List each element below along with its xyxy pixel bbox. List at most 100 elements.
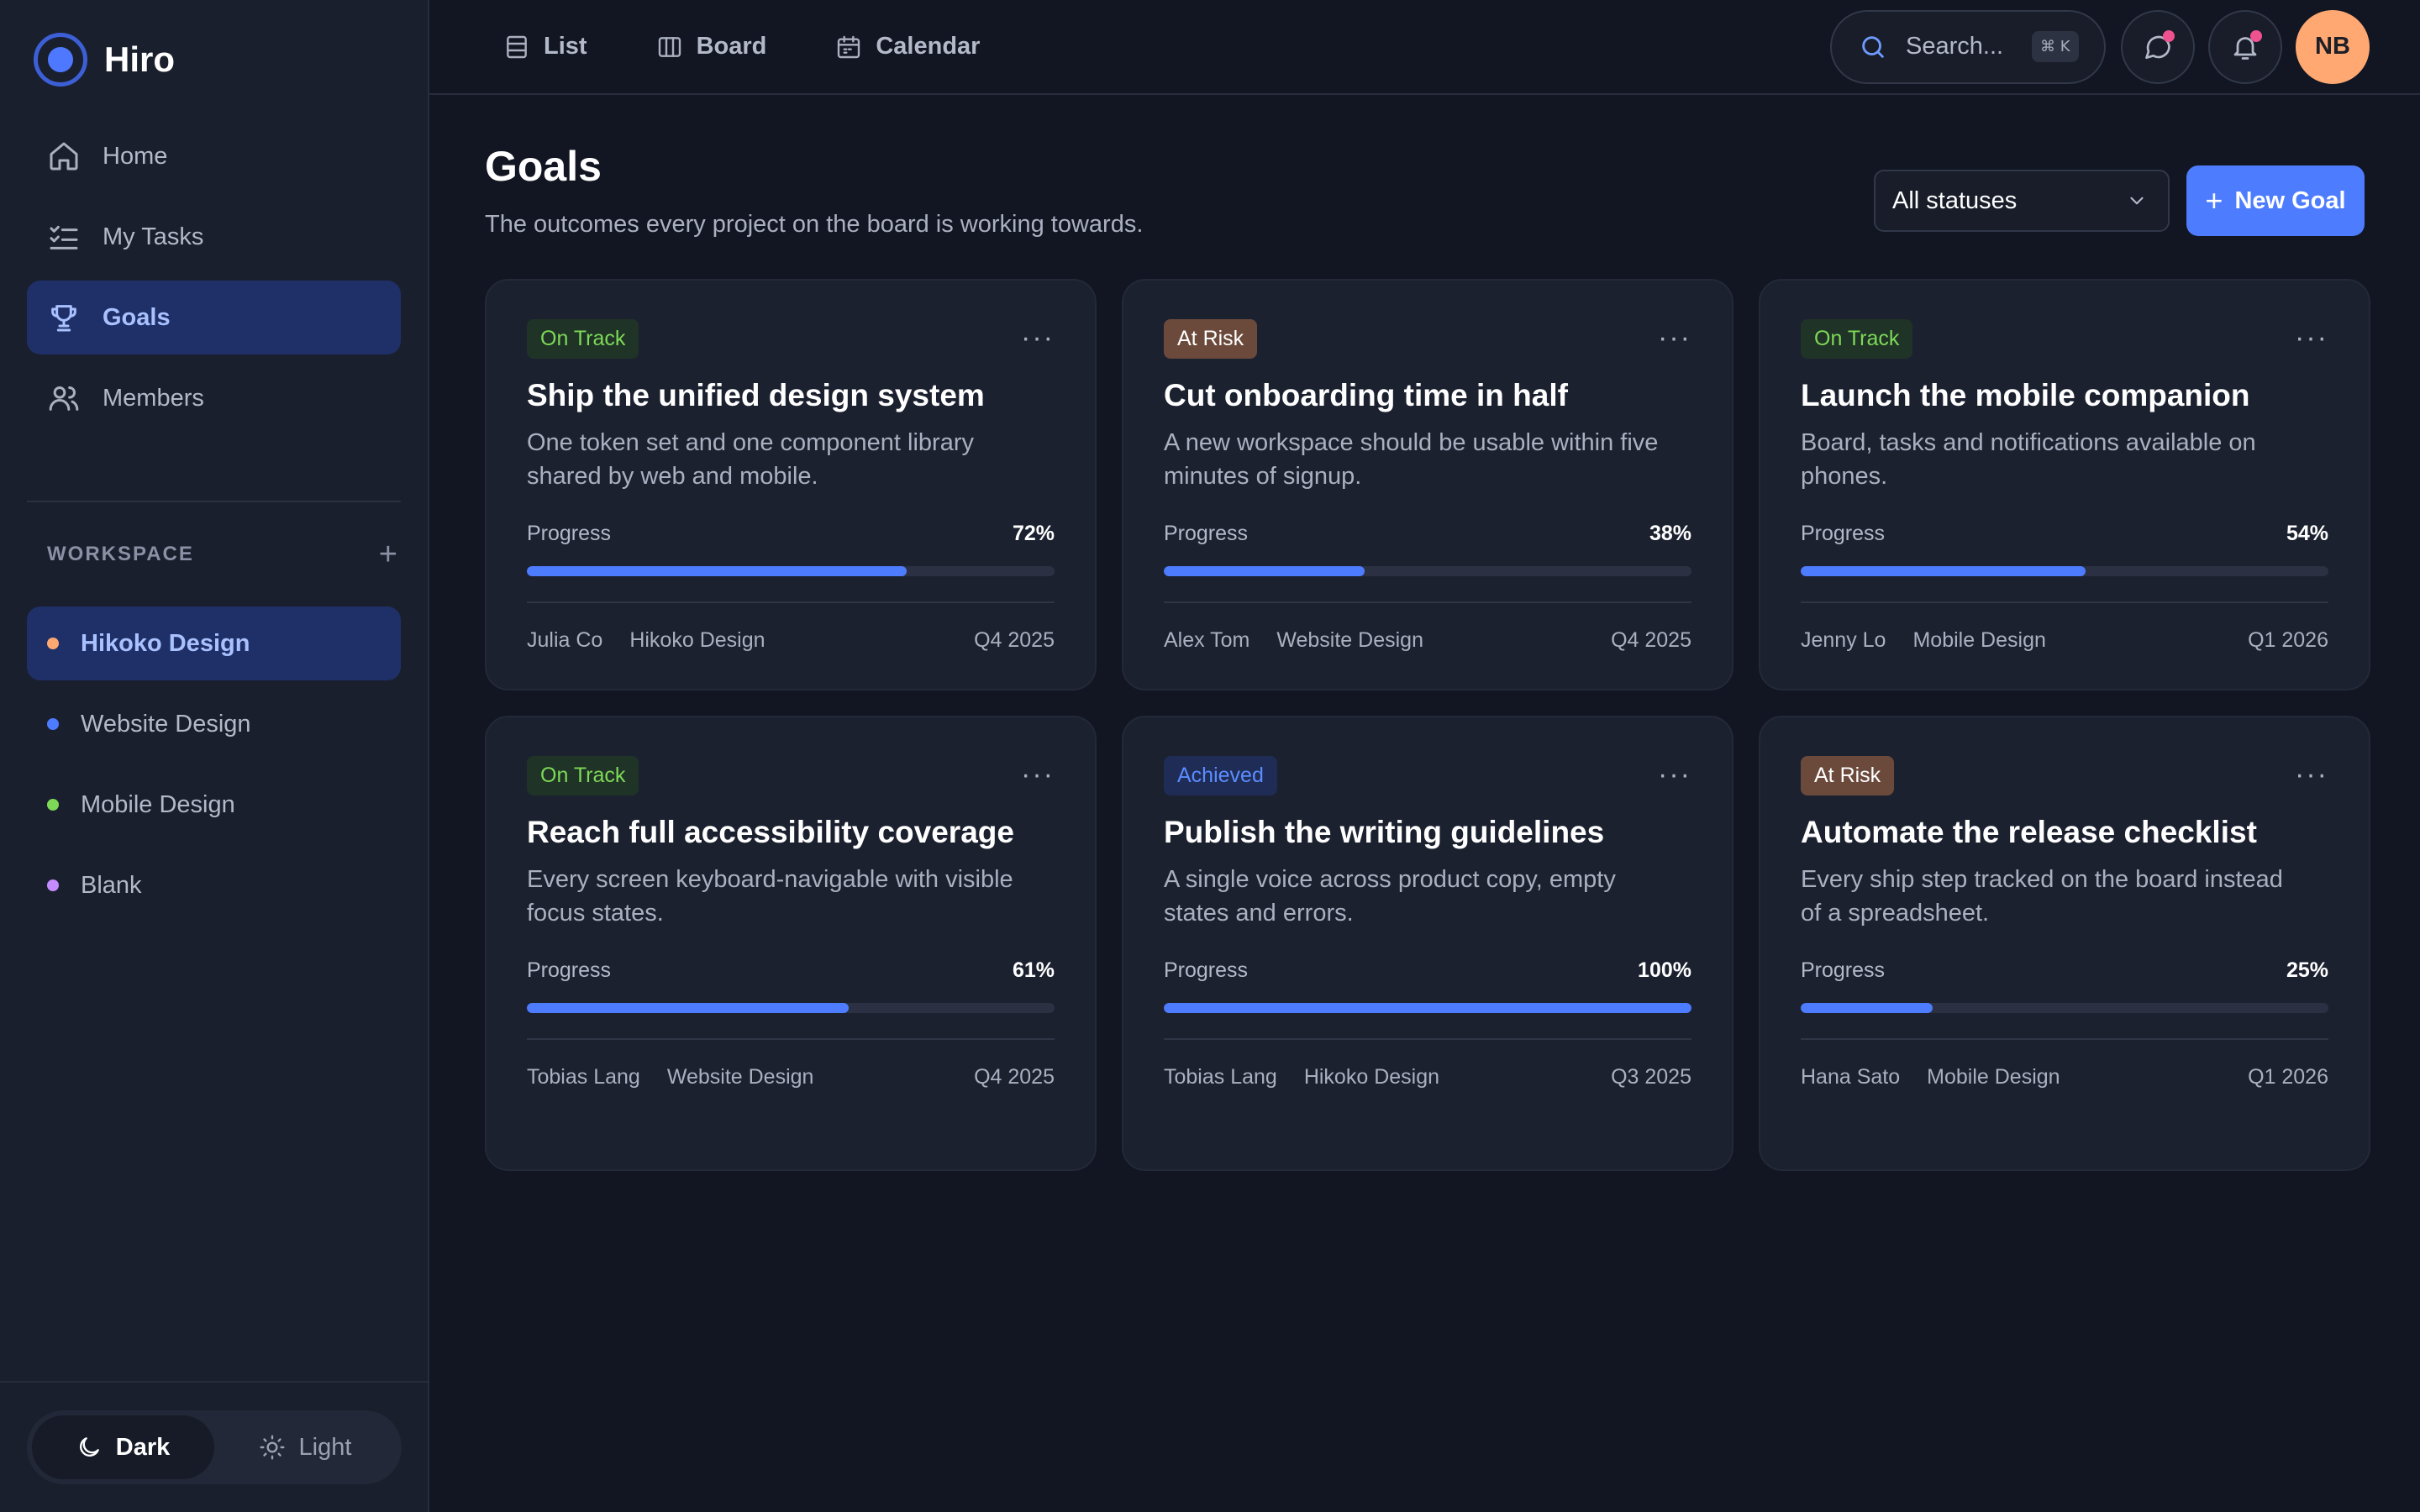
goal-owner: Hana Sato bbox=[1801, 1065, 1901, 1089]
goal-quarter: Q1 2026 bbox=[2248, 628, 2328, 652]
goal-meta: Tobias Lang Hikoko Design Q3 2025 bbox=[1164, 1065, 1691, 1089]
status-badge: At Risk bbox=[1164, 319, 1258, 359]
brand[interactable]: Hiro bbox=[0, 0, 428, 119]
goal-card[interactable]: Achieved ··· Publish the writing guideline… bbox=[1122, 716, 1733, 1171]
progress-label: Progress bbox=[1164, 958, 1249, 982]
chevron-down-icon bbox=[2130, 197, 2144, 205]
more-options-icon[interactable]: ··· bbox=[1658, 760, 1691, 789]
progress-value: 54% bbox=[2286, 522, 2328, 545]
notifications-button[interactable] bbox=[2208, 9, 2282, 84]
more-options-icon[interactable]: ··· bbox=[1658, 323, 1691, 352]
status-filter-select[interactable]: All statuses bbox=[1874, 170, 2170, 232]
tab-list[interactable]: List bbox=[503, 33, 587, 60]
goal-card[interactable]: At Risk ··· Automate the release checklist… bbox=[1759, 716, 2370, 1171]
progress-bar-fill bbox=[1164, 566, 1365, 576]
goal-owner: Julia Co bbox=[527, 628, 603, 652]
workspace-header: WORKSPACE + bbox=[0, 502, 428, 606]
goal-card[interactable]: On Track ··· Ship the unified design syste… bbox=[485, 279, 1097, 690]
workspace-item-hikoko-design[interactable]: Hikoko Design bbox=[27, 606, 401, 680]
goal-title: Cut onboarding time in half bbox=[1164, 378, 1568, 412]
main-content: List Board Calendar ⌘ K bbox=[429, 0, 2420, 1512]
status-badge: On Track bbox=[527, 756, 639, 795]
nav-item-label: Goals bbox=[103, 303, 171, 331]
nav-item-home[interactable]: Home bbox=[27, 119, 401, 193]
notifications-badge bbox=[2250, 29, 2262, 42]
new-goal-button[interactable]: + New Goal bbox=[2186, 165, 2365, 236]
calendar-icon bbox=[838, 35, 860, 58]
goal-description: One token set and one component library … bbox=[527, 429, 974, 490]
goal-quarter: Q3 2025 bbox=[1611, 1065, 1691, 1089]
status-filter-value: All statuses bbox=[1892, 186, 2018, 214]
progress-bar bbox=[1164, 566, 1691, 576]
theme-dark-button[interactable]: Dark bbox=[31, 1415, 214, 1479]
tab-label: Calendar bbox=[876, 33, 981, 60]
status-badge: On Track bbox=[527, 319, 639, 359]
progress-label: Progress bbox=[1801, 522, 1886, 545]
status-badge: At Risk bbox=[1801, 756, 1895, 795]
goal-owner: Tobias Lang bbox=[1164, 1065, 1277, 1089]
goal-title: Publish the writing guidelines bbox=[1164, 815, 1605, 849]
nav-item-members[interactable]: Members bbox=[27, 361, 401, 435]
messages-button[interactable] bbox=[2121, 9, 2195, 84]
goal-card[interactable]: At Risk ··· Cut onboarding time in half A n… bbox=[1122, 279, 1733, 690]
progress-label: Progress bbox=[527, 522, 612, 545]
card-divider bbox=[527, 601, 1055, 603]
goal-card-top: On Track ··· bbox=[527, 319, 1055, 359]
nav-item-goals[interactable]: Goals bbox=[27, 281, 401, 354]
tab-board[interactable]: Board bbox=[656, 33, 767, 60]
add-workspace-icon[interactable]: + bbox=[379, 538, 397, 570]
theme-toggle: Dark Light bbox=[26, 1410, 402, 1484]
goal-card-top: At Risk ··· bbox=[1801, 756, 2328, 795]
workspace-item-website-design[interactable]: Website Design bbox=[27, 687, 401, 761]
nav-item-label: My Tasks bbox=[103, 223, 204, 250]
goal-title: Launch the mobile companion bbox=[1801, 378, 2250, 412]
search-icon bbox=[1862, 35, 1884, 58]
workspace-item-blank[interactable]: Blank bbox=[27, 848, 401, 922]
workspace-item-label: Hikoko Design bbox=[81, 629, 250, 657]
tab-calendar[interactable]: Calendar bbox=[835, 33, 980, 60]
goal-description: Board, tasks and notifications available… bbox=[1801, 429, 2256, 490]
new-goal-label: New Goal bbox=[2234, 186, 2346, 214]
app-root: Hiro Home My Tasks Goals Members WORKSPA… bbox=[0, 0, 2420, 1512]
progress-bar bbox=[527, 1003, 1055, 1013]
goal-title: Automate the release checklist bbox=[1801, 815, 2257, 849]
goal-card[interactable]: On Track ··· Launch the mobile companion Bo… bbox=[1759, 279, 2370, 690]
more-options-icon[interactable]: ··· bbox=[2295, 323, 2328, 352]
tab-label: Board bbox=[696, 33, 767, 60]
goal-owner: Alex Tom bbox=[1164, 628, 1250, 652]
goal-owner: Tobias Lang bbox=[527, 1065, 640, 1089]
progress-bar-fill bbox=[527, 1003, 850, 1013]
status-badge: Achieved bbox=[1164, 756, 1277, 795]
search-box[interactable]: ⌘ K bbox=[1830, 9, 2106, 84]
goal-owner: Jenny Lo bbox=[1801, 628, 1886, 652]
progress-label: Progress bbox=[527, 958, 612, 982]
progress-value: 25% bbox=[2286, 958, 2328, 982]
brand-logo-icon bbox=[34, 33, 87, 87]
more-options-icon[interactable]: ··· bbox=[1021, 323, 1055, 352]
progress-row: Progress 72% bbox=[527, 522, 1055, 546]
theme-light-button[interactable]: Light bbox=[214, 1415, 397, 1479]
progress-bar bbox=[1801, 1003, 2328, 1013]
search-shortcut: ⌘ K bbox=[2032, 31, 2079, 62]
status-badge: On Track bbox=[1801, 319, 1913, 359]
nav-item-my-tasks[interactable]: My Tasks bbox=[27, 200, 401, 274]
workspace-color-dot bbox=[47, 638, 59, 649]
search-input[interactable] bbox=[1906, 33, 2032, 60]
progress-bar-fill bbox=[1801, 1003, 1933, 1013]
goal-card[interactable]: On Track ··· Reach full accessibility cove… bbox=[485, 716, 1097, 1171]
progress-row: Progress 25% bbox=[1801, 958, 2328, 983]
more-options-icon[interactable]: ··· bbox=[2295, 760, 2328, 789]
goal-project: Website Design bbox=[1276, 628, 1423, 652]
goal-project: Mobile Design bbox=[1912, 628, 2046, 652]
card-divider bbox=[1164, 1038, 1691, 1040]
tab-label: List bbox=[544, 33, 587, 60]
theme-area: Dark Light bbox=[0, 1381, 428, 1512]
messages-badge bbox=[2163, 29, 2175, 42]
goal-quarter: Q4 2025 bbox=[974, 1065, 1055, 1089]
avatar[interactable]: NB bbox=[2296, 9, 2370, 84]
workspace-item-mobile-design[interactable]: Mobile Design bbox=[27, 768, 401, 842]
theme-light-label: Light bbox=[298, 1433, 352, 1461]
progress-row: Progress 54% bbox=[1801, 522, 2328, 546]
more-options-icon[interactable]: ··· bbox=[1021, 760, 1055, 789]
goal-quarter: Q1 2026 bbox=[2248, 1065, 2328, 1089]
